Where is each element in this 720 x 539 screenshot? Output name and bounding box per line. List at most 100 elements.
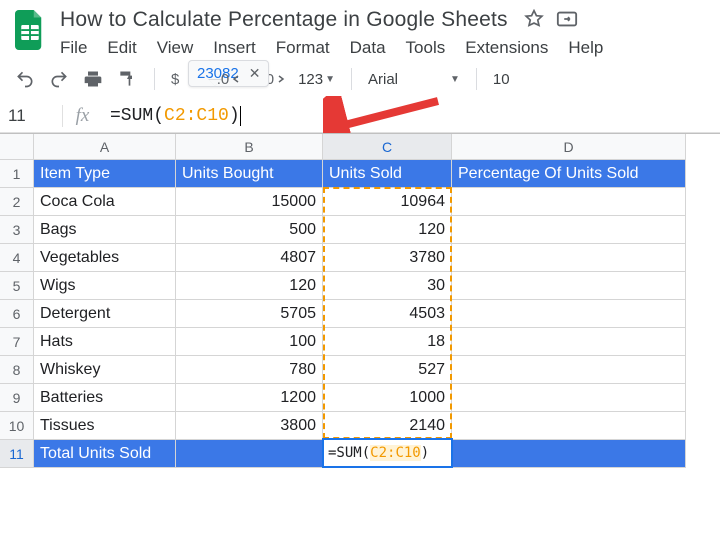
cell[interactable]: 5705 [176, 300, 323, 328]
cell[interactable]: Whiskey [34, 356, 176, 384]
menu-extensions[interactable]: Extensions [465, 38, 548, 58]
redo-button[interactable] [48, 68, 70, 90]
formula-range: C2:C10 [164, 106, 229, 126]
menu-help[interactable]: Help [568, 38, 603, 58]
menu-insert[interactable]: Insert [213, 38, 256, 58]
row-header[interactable]: 11 [0, 440, 34, 468]
row-header[interactable]: 5 [0, 272, 34, 300]
currency-format-button[interactable]: $ [171, 68, 179, 90]
cell[interactable]: 780 [176, 356, 323, 384]
row-header[interactable]: 7 [0, 328, 34, 356]
font-family-select[interactable]: Arial [368, 71, 438, 88]
menu-data[interactable]: Data [350, 38, 386, 58]
cell[interactable]: 3800 [176, 412, 323, 440]
total-label-cell[interactable]: Total Units Sold [34, 440, 176, 468]
cell[interactable]: Hats [34, 328, 176, 356]
cell[interactable] [452, 300, 686, 328]
font-size-input[interactable]: 10 [493, 71, 510, 88]
row-header[interactable]: 4 [0, 244, 34, 272]
row-header[interactable]: 6 [0, 300, 34, 328]
doc-title[interactable]: How to Calculate Percentage in Google Sh… [60, 8, 508, 32]
cell[interactable]: Bags [34, 216, 176, 244]
active-cell-placeholder[interactable] [323, 440, 452, 468]
row-header[interactable]: 3 [0, 216, 34, 244]
decrease-decimal-button[interactable]: .0 [217, 68, 242, 90]
cell[interactable]: Tissues [34, 412, 176, 440]
toolbar: 23082 ✕ $ % .0 .00 123▼ Arial ▼ 10 [0, 58, 720, 100]
cell[interactable]: 4503 [323, 300, 452, 328]
cell[interactable]: 18 [323, 328, 452, 356]
cell[interactable] [452, 216, 686, 244]
row-header[interactable]: 9 [0, 384, 34, 412]
toolbar-divider [351, 68, 352, 90]
cell[interactable]: Vegetables [34, 244, 176, 272]
formula-open-paren: ( [153, 106, 164, 126]
cell[interactable] [452, 384, 686, 412]
spreadsheet-grid[interactable]: A B C D 1 Item Type Units Bought Units S… [0, 133, 720, 468]
col-header-d[interactable]: D [452, 134, 686, 160]
formula-bar-row: 11 fx =SUM(C2:C10) [0, 100, 720, 133]
menu-format[interactable]: Format [276, 38, 330, 58]
text-cursor [240, 106, 241, 126]
menu-edit[interactable]: Edit [107, 38, 136, 58]
cell[interactable] [452, 272, 686, 300]
cell[interactable] [452, 188, 686, 216]
cell[interactable]: 1000 [323, 384, 452, 412]
header-cell[interactable]: Item Type [34, 160, 176, 188]
formula-bar[interactable]: =SUM(C2:C10) [102, 102, 720, 130]
col-header-a[interactable]: A [34, 134, 176, 160]
cell[interactable]: 2140 [323, 412, 452, 440]
star-icon[interactable] [524, 9, 544, 32]
formula-fn: =SUM [110, 106, 153, 126]
spreadsheet-grid-wrapper: A B C D 1 Item Type Units Bought Units S… [0, 133, 720, 468]
menu-tools[interactable]: Tools [406, 38, 446, 58]
toolbar-divider [154, 68, 155, 90]
formula-close-paren: ) [229, 106, 240, 126]
cell[interactable]: Batteries [34, 384, 176, 412]
cell[interactable]: 1200 [176, 384, 323, 412]
row-header[interactable]: 10 [0, 412, 34, 440]
row-header[interactable]: 2 [0, 188, 34, 216]
more-formats-button[interactable]: 123▼ [298, 71, 335, 88]
cell[interactable]: 3780 [323, 244, 452, 272]
cell[interactable]: 100 [176, 328, 323, 356]
print-button[interactable] [82, 68, 104, 90]
menubar: File Edit View Insert Format Data Tools … [60, 38, 708, 58]
cell[interactable]: 30 [323, 272, 452, 300]
col-header-c[interactable]: C [323, 134, 452, 160]
cell[interactable]: Wigs [34, 272, 176, 300]
cell[interactable]: 527 [323, 356, 452, 384]
fx-icon: fx [62, 105, 102, 127]
toolbar-divider [476, 68, 477, 90]
cell[interactable]: 10964 [323, 188, 452, 216]
cell[interactable]: 120 [176, 272, 323, 300]
cell[interactable] [452, 440, 686, 468]
chevron-down-icon: ▼ [450, 74, 460, 85]
row-header[interactable]: 1 [0, 160, 34, 188]
cell[interactable]: Detergent [34, 300, 176, 328]
cell[interactable] [452, 356, 686, 384]
cell[interactable]: 4807 [176, 244, 323, 272]
header-cell[interactable]: Units Bought [176, 160, 323, 188]
header-cell[interactable]: Percentage Of Units Sold [452, 160, 686, 188]
name-box[interactable]: 11 [0, 102, 62, 130]
cell[interactable]: 15000 [176, 188, 323, 216]
close-icon[interactable]: ✕ [249, 65, 261, 82]
cell[interactable] [452, 328, 686, 356]
undo-button[interactable] [14, 68, 36, 90]
select-all-corner[interactable] [0, 134, 34, 160]
cell[interactable] [176, 440, 323, 468]
header-cell[interactable]: Units Sold [323, 160, 452, 188]
col-header-b[interactable]: B [176, 134, 323, 160]
cell[interactable]: 120 [323, 216, 452, 244]
move-to-drive-icon[interactable] [556, 9, 578, 32]
menu-file[interactable]: File [60, 38, 87, 58]
cell[interactable] [452, 412, 686, 440]
row-header[interactable]: 8 [0, 356, 34, 384]
cell[interactable] [452, 244, 686, 272]
titlebar: How to Calculate Percentage in Google Sh… [0, 0, 720, 58]
menu-view[interactable]: View [157, 38, 194, 58]
paint-format-button[interactable] [116, 68, 138, 90]
cell[interactable]: Coca Cola [34, 188, 176, 216]
cell[interactable]: 500 [176, 216, 323, 244]
